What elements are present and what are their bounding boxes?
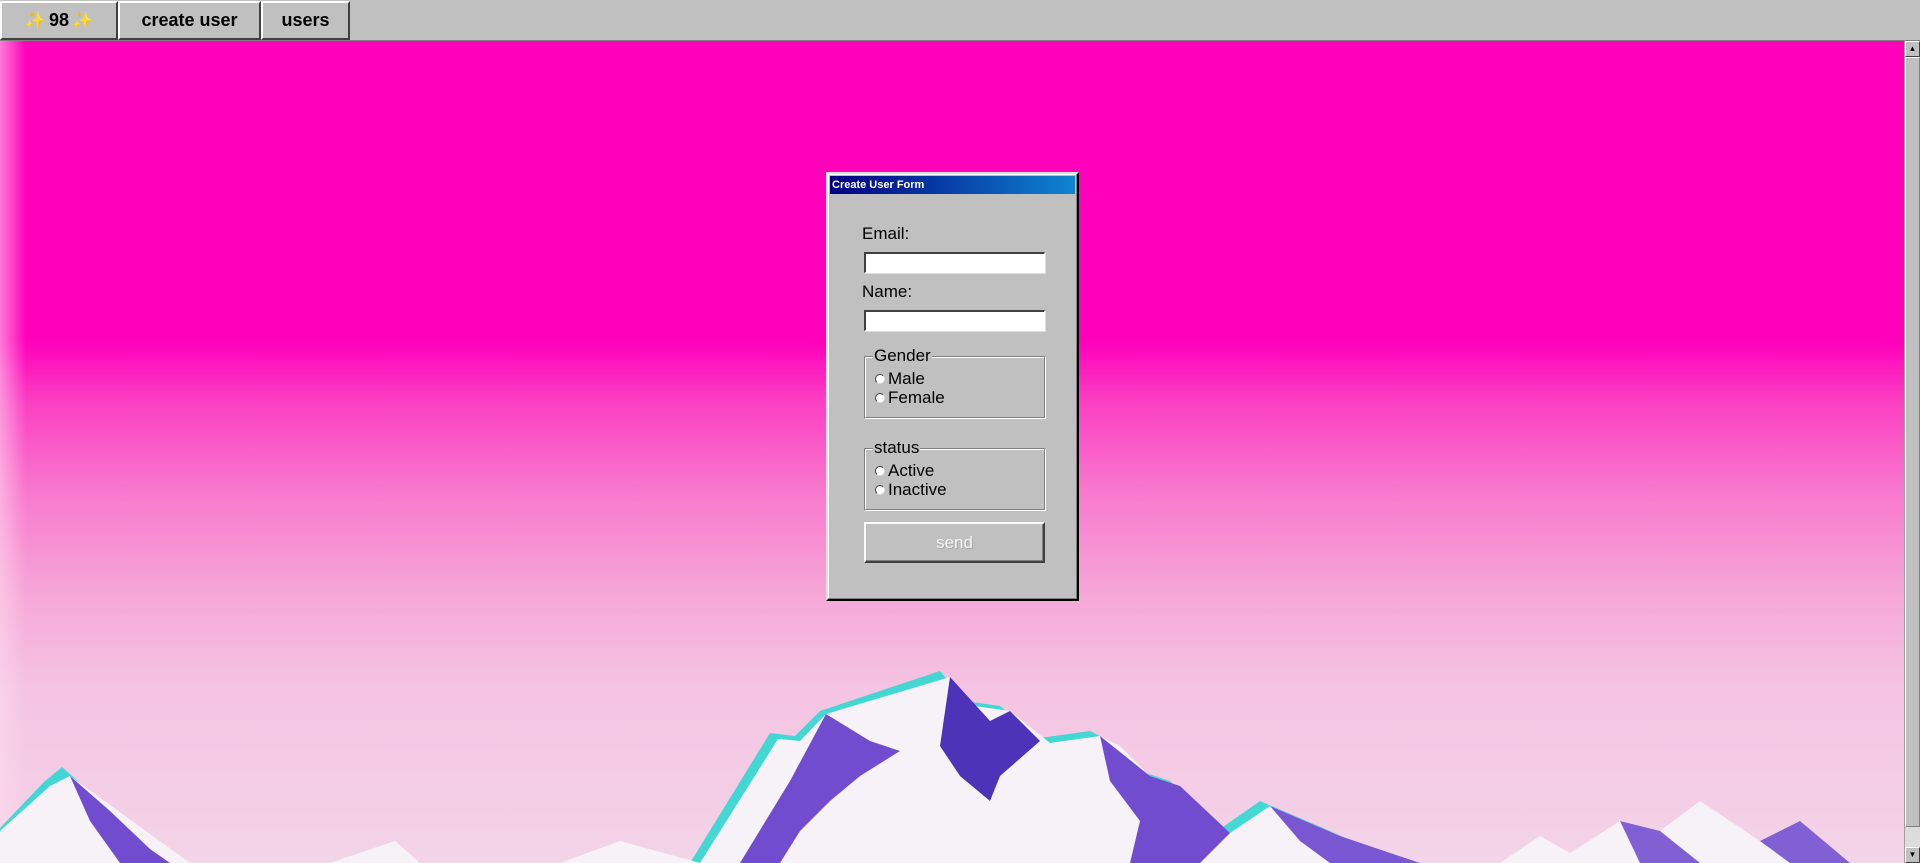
- status-option-active[interactable]: Active: [875, 461, 934, 480]
- send-button[interactable]: send: [864, 522, 1045, 563]
- gender-group: Gender Male Female: [864, 346, 1045, 418]
- create-user-button[interactable]: create user: [118, 1, 261, 40]
- scrollbar-thumb[interactable]: [1905, 57, 1920, 827]
- scroll-up-arrow-icon[interactable]: ▲: [1905, 41, 1920, 57]
- status-option-label: Active: [888, 460, 935, 480]
- status-option-label: Inactive: [888, 479, 947, 499]
- start-button-label: 98: [48, 10, 70, 30]
- scroll-down-arrow-icon[interactable]: ▼: [1905, 847, 1920, 863]
- sparkles-icon: ✨: [24, 10, 46, 30]
- vertical-scrollbar[interactable]: ▲ ▼: [1904, 41, 1920, 863]
- radio-button-icon[interactable]: [875, 373, 885, 384]
- gender-option-label: Male: [888, 368, 925, 388]
- email-field[interactable]: [864, 252, 1045, 273]
- gender-option-label: Female: [888, 387, 945, 407]
- status-option-inactive[interactable]: Inactive: [875, 480, 947, 499]
- radio-button-icon[interactable]: [875, 465, 885, 476]
- status-group: status Active Inactive: [864, 438, 1045, 510]
- gender-legend: Gender: [873, 346, 932, 366]
- sparkles-icon: ✨: [72, 10, 94, 30]
- name-label: Name:: [862, 282, 913, 301]
- name-field[interactable]: [864, 310, 1045, 331]
- radio-button-icon[interactable]: [875, 484, 885, 495]
- status-legend: status: [873, 438, 921, 458]
- users-button[interactable]: users: [261, 1, 350, 40]
- gender-option-female[interactable]: Female: [875, 388, 945, 407]
- create-user-window: Create User Form Email: Name: Gender Mal…: [826, 172, 1079, 601]
- radio-button-icon[interactable]: [875, 392, 885, 403]
- start-button[interactable]: ✨ 98 ✨: [0, 1, 118, 40]
- email-label: Email:: [862, 224, 910, 243]
- window-title: Create User Form: [830, 176, 1075, 194]
- gender-option-male[interactable]: Male: [875, 369, 925, 388]
- taskbar: ✨ 98 ✨ create user users: [0, 0, 1920, 41]
